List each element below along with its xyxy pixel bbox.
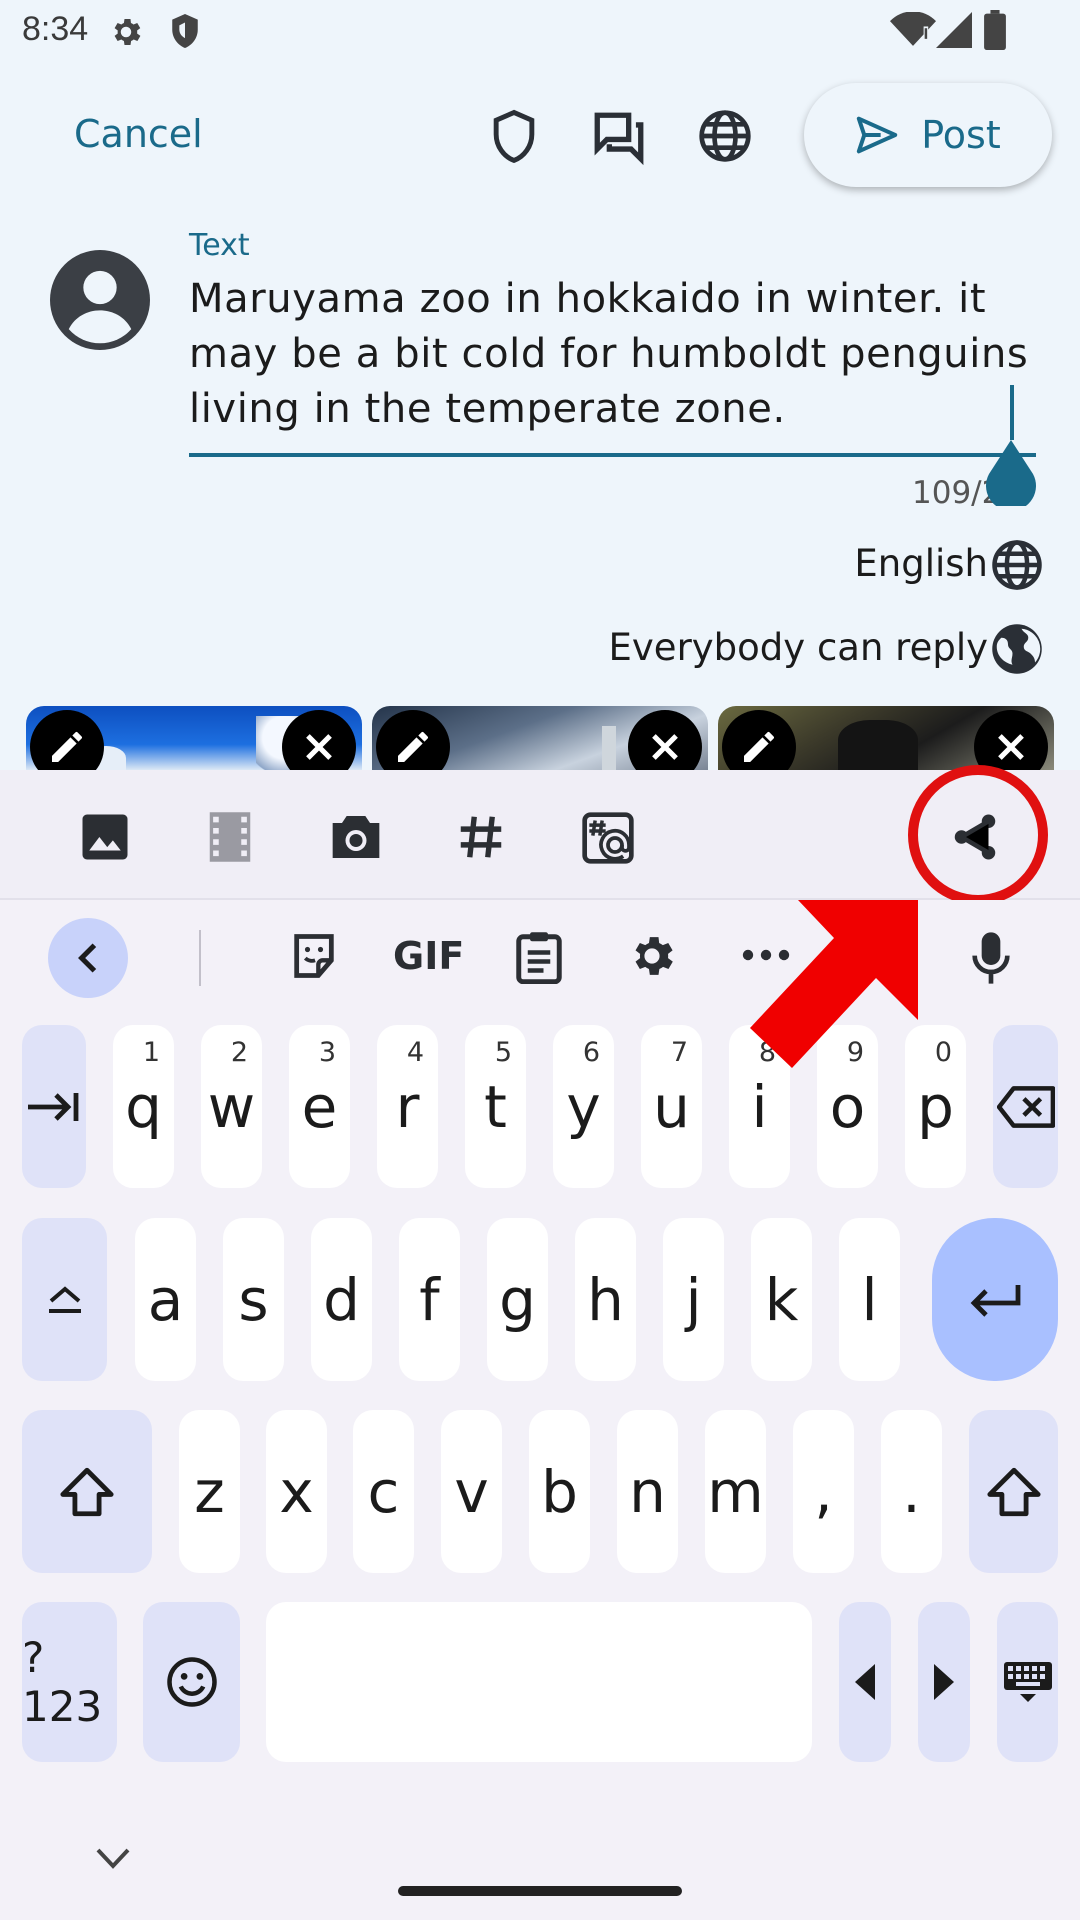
key-y[interactable]: y6 — [553, 1025, 614, 1188]
hashtag-icon[interactable] — [454, 810, 508, 864]
hashtag-mention-icon[interactable] — [580, 810, 634, 864]
battery-icon — [984, 10, 1006, 50]
spacebar-key[interactable] — [266, 1602, 812, 1762]
triangle-left-icon — [855, 1664, 875, 1700]
symbols-key[interactable]: ?123 — [22, 1602, 117, 1762]
key-z[interactable]: z — [179, 1410, 240, 1573]
text-field-label: Text — [189, 228, 250, 263]
key-w[interactable]: w2 — [201, 1025, 262, 1188]
shift-icon — [985, 1465, 1043, 1519]
nav-collapse-chevron-icon[interactable] — [96, 1848, 130, 1870]
key-h[interactable]: h — [575, 1218, 636, 1381]
cancel-button[interactable]: Cancel — [74, 112, 203, 156]
cursor-handle[interactable] — [983, 440, 1039, 506]
shift-icon — [58, 1465, 116, 1519]
key-b[interactable]: b — [529, 1410, 590, 1573]
backspace-icon — [996, 1085, 1055, 1128]
content-warning-shield-icon[interactable] — [486, 108, 542, 166]
key-m[interactable]: m — [705, 1410, 766, 1573]
highlight-circle — [908, 765, 1048, 905]
status-time: 8:34 — [22, 10, 89, 48]
chevron-left-icon — [73, 941, 103, 975]
text-cursor — [1010, 385, 1014, 440]
caps-lock-icon — [47, 1285, 83, 1315]
sticker-icon[interactable] — [288, 930, 340, 982]
backspace-key[interactable] — [993, 1025, 1058, 1188]
shift-key-left[interactable] — [22, 1410, 152, 1573]
key-a[interactable]: a — [135, 1218, 196, 1381]
key-l[interactable]: l — [839, 1218, 900, 1381]
microphone-icon[interactable] — [966, 930, 1016, 986]
home-indicator[interactable] — [398, 1886, 682, 1896]
shift-lock-key[interactable] — [22, 1218, 107, 1381]
tab-key[interactable] — [22, 1025, 86, 1188]
send-icon — [855, 115, 899, 155]
language-label[interactable]: English — [854, 542, 988, 585]
add-image-icon[interactable] — [78, 810, 132, 864]
key-s[interactable]: s — [223, 1218, 284, 1381]
key-period[interactable]: . — [881, 1410, 942, 1573]
key-d[interactable]: d — [311, 1218, 372, 1381]
key-j[interactable]: j — [663, 1218, 724, 1381]
emoji-icon — [165, 1655, 219, 1709]
key-n[interactable]: n — [617, 1410, 678, 1573]
shift-key-right[interactable] — [969, 1410, 1058, 1573]
text-field-underline — [189, 453, 1036, 457]
key-q[interactable]: q1 — [113, 1025, 174, 1188]
toolbar-divider — [199, 930, 201, 986]
key-x[interactable]: x — [266, 1410, 327, 1573]
key-k[interactable]: k — [751, 1218, 812, 1381]
gif-button[interactable]: GIF — [393, 934, 464, 978]
language-globe-icon[interactable] — [697, 108, 753, 164]
hide-keyboard-key[interactable] — [997, 1602, 1058, 1762]
key-t[interactable]: t5 — [465, 1025, 526, 1188]
key-u[interactable]: u7 — [641, 1025, 702, 1188]
key-comma[interactable]: , — [793, 1410, 854, 1573]
triangle-right-icon — [934, 1664, 954, 1700]
key-c[interactable]: c — [353, 1410, 414, 1573]
key-v[interactable]: v — [441, 1410, 502, 1573]
key-r[interactable]: r4 — [377, 1025, 438, 1188]
cursor-right-key[interactable] — [918, 1602, 970, 1762]
tab-icon — [26, 1090, 82, 1124]
signal-icon — [936, 12, 972, 48]
keyboard-hide-icon — [1002, 1660, 1054, 1704]
enter-icon — [968, 1283, 1022, 1317]
cursor-left-key[interactable] — [839, 1602, 891, 1762]
post-label: Post — [921, 113, 1001, 157]
avatar-icon[interactable] — [50, 250, 150, 350]
enter-key[interactable] — [932, 1218, 1058, 1381]
collapse-toolbar-button[interactable] — [48, 918, 128, 998]
post-button[interactable]: Post — [804, 83, 1052, 187]
camera-icon[interactable] — [328, 810, 382, 864]
shield-status-icon — [168, 12, 202, 50]
wifi-icon — [890, 12, 936, 48]
settings-gear-icon — [108, 14, 144, 50]
key-e[interactable]: e3 — [289, 1025, 350, 1188]
annotation-arrow — [748, 900, 923, 1070]
emoji-key[interactable] — [143, 1602, 240, 1762]
public-globe-icon[interactable] — [990, 622, 1044, 676]
post-text-field[interactable]: Maruyama zoo in hokkaido in winter. it m… — [189, 272, 1029, 437]
language-globe-icon[interactable] — [990, 538, 1044, 592]
key-f[interactable]: f — [399, 1218, 460, 1381]
add-video-icon — [204, 810, 258, 864]
reply-settings-chat-icon[interactable] — [590, 108, 648, 166]
clipboard-icon[interactable] — [514, 930, 564, 984]
key-g[interactable]: g — [487, 1218, 548, 1381]
reply-visibility-label[interactable]: Everybody can reply — [609, 626, 988, 669]
keyboard-settings-icon[interactable] — [626, 930, 678, 982]
